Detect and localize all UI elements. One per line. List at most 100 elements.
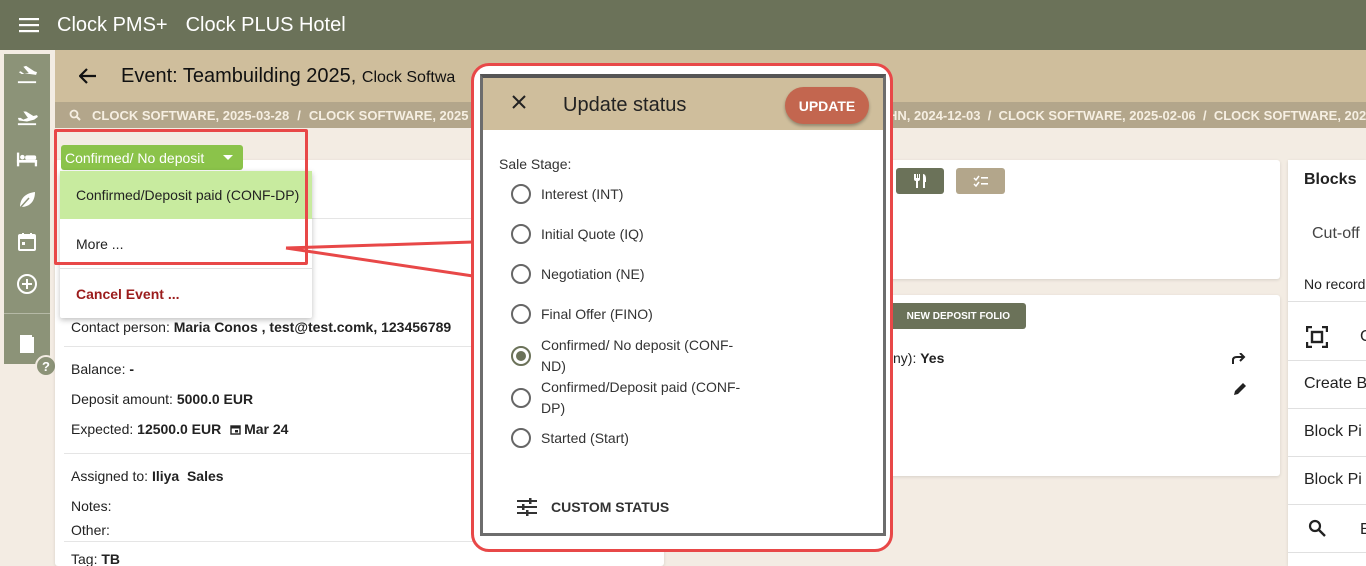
divider	[1288, 552, 1366, 553]
new-deposit-folio-button[interactable]: NEW DEPOSIT FOLIO	[880, 303, 1026, 329]
radio-option-iq[interactable]: Initial Quote (IQ)	[511, 224, 741, 245]
app-name: Clock PMS+	[57, 13, 168, 36]
create-block-item[interactable]: Create B	[1304, 375, 1366, 393]
assigned-to: Assigned to: Iliya Sales	[71, 468, 224, 484]
balance: Balance: -	[71, 361, 134, 377]
expected-date: Mar 24	[244, 421, 289, 437]
contact-person: Contact person: Maria Conos , test@test.…	[71, 319, 451, 335]
divider	[1288, 504, 1366, 505]
notes-label: Notes:	[71, 498, 112, 514]
radio-label: Initial Quote (IQ)	[541, 226, 644, 242]
menu-item-cancel-event[interactable]: Cancel Event ...	[60, 269, 312, 318]
help-icon[interactable]: ?	[35, 355, 57, 377]
radio-button[interactable]	[511, 264, 531, 284]
company-line: ny): Yes	[893, 350, 944, 366]
restaurant-button[interactable]	[896, 168, 944, 194]
company-value: Yes	[920, 350, 945, 366]
radio-button-selected[interactable]	[511, 346, 531, 366]
calendar-icon[interactable]	[4, 226, 50, 258]
assigned-value: Iliya Sales	[151, 468, 224, 484]
event-title-text: Event: Teambuilding 2025,	[121, 64, 362, 87]
blocks-title: Blocks	[1304, 171, 1357, 188]
divider	[1288, 456, 1366, 457]
menu-item-more[interactable]: More ...	[60, 219, 312, 268]
radio-button[interactable]	[511, 388, 531, 408]
breadcrumb-items-right[interactable]: HN, 2024-12-03 / CLOCK SOFTWARE, 2025-02…	[888, 108, 1366, 123]
radio-label: Confirmed/ No deposit (CONF-ND)	[541, 337, 734, 374]
add-circle-icon[interactable]	[4, 268, 50, 300]
custom-status-button[interactable]: CUSTOM STATUS	[517, 498, 669, 516]
radio-label: Interest (INT)	[541, 186, 624, 202]
update-status-dialog: Update status UPDATE Sale Stage: Interes…	[480, 74, 886, 536]
breadcrumb-item[interactable]: CLOCK SOFTWARE, 2025	[309, 108, 469, 123]
expected-amount: Expected: 12500.0 EUR Mar 24	[71, 421, 288, 437]
bed-icon[interactable]	[4, 143, 50, 175]
radio-option-int[interactable]: Interest (INT)	[511, 184, 741, 205]
tag-label: Tag:	[71, 551, 102, 566]
search-icon[interactable]	[69, 109, 81, 121]
radio-option-ne[interactable]: Negotiation (NE)	[511, 264, 741, 285]
side-rail	[4, 54, 50, 364]
block-pickup-item[interactable]: Block Pi	[1304, 423, 1362, 441]
radio-button[interactable]	[511, 224, 531, 244]
deposit-label: Deposit amount:	[71, 391, 177, 407]
sale-stage-label: Sale Stage:	[499, 156, 572, 172]
no-records-label: No record	[1304, 276, 1366, 292]
airplane-arrival-icon[interactable]	[4, 58, 50, 90]
radio-option-conf-nd[interactable]: Confirmed/ No deposit (CONF-ND)	[511, 335, 741, 377]
close-icon[interactable]	[511, 94, 527, 115]
calendar-icon	[230, 425, 241, 435]
search-label: E	[1360, 521, 1366, 538]
radio-button[interactable]	[511, 304, 531, 324]
airplane-departure-icon[interactable]	[4, 100, 50, 132]
divider	[1288, 408, 1366, 409]
company-label: ny):	[893, 350, 921, 366]
qr-scan-icon[interactable]	[1305, 325, 1329, 353]
status-dropdown-button[interactable]: Confirmed/ No deposit	[61, 145, 243, 170]
breadcrumb-item[interactable]: CLOCK SOFTWARE, 2025-03-28	[92, 108, 289, 123]
contact-value: Maria Conos , test@test.comk, 123456789	[173, 319, 452, 335]
status-current: Confirmed/ No deposit	[65, 149, 205, 166]
edit-icon[interactable]	[1233, 382, 1247, 396]
expected-label: Expected:	[71, 421, 138, 437]
divider	[1288, 360, 1366, 361]
rail-divider	[4, 313, 50, 314]
balance-label: Balance:	[71, 361, 130, 377]
radio-label: Final Offer (FINO)	[541, 306, 653, 322]
radio-label: Started (Start)	[541, 430, 629, 446]
expected-value: 12500.0 EUR	[137, 421, 222, 437]
tune-icon	[517, 498, 537, 516]
event-title: Event: Teambuilding 2025, Clock Softwa	[121, 65, 455, 88]
restaurant-icon	[914, 174, 926, 188]
deposit-amount: Deposit amount: 5000.0 EUR	[71, 391, 253, 407]
radio-option-conf-dp[interactable]: Confirmed/Deposit paid (CONF-DP)	[511, 377, 741, 419]
radio-label: Confirmed/Deposit paid (CONF-DP)	[541, 379, 741, 416]
tag-value: TB	[101, 551, 121, 566]
menu-item-conf-dp[interactable]: Confirmed/Deposit paid (CONF-DP)	[60, 171, 312, 219]
divider	[1288, 301, 1366, 302]
breadcrumb-separator: /	[297, 107, 301, 123]
other-label: Other:	[71, 522, 110, 538]
custom-status-label: CUSTOM STATUS	[551, 499, 670, 515]
status-menu: Confirmed/Deposit paid (CONF-DP) More ..…	[60, 171, 312, 318]
checklist-button[interactable]	[956, 168, 1005, 194]
search-icon[interactable]	[1308, 519, 1326, 542]
back-arrow-icon[interactable]	[55, 68, 121, 84]
radio-button[interactable]	[511, 184, 531, 204]
leaf-icon[interactable]	[4, 184, 50, 216]
radio-option-start[interactable]: Started (Start)	[511, 428, 741, 449]
dialog-header: Update status UPDATE	[483, 78, 883, 130]
radio-button[interactable]	[511, 428, 531, 448]
update-button[interactable]: UPDATE	[785, 87, 869, 124]
chevron-down-icon	[223, 155, 233, 160]
forward-arrow-icon[interactable]	[1232, 353, 1246, 365]
assigned-label: Assigned to:	[71, 468, 152, 484]
callout-connector	[285, 240, 474, 278]
blocks-panel: Blocks Cut-off No record C Create B Bloc…	[1288, 160, 1366, 566]
app-header: Clock PMS+ Clock PLUS Hotel	[0, 0, 1366, 50]
block-pickup-item[interactable]: Block Pi	[1304, 471, 1362, 489]
checklist-icon	[972, 175, 988, 187]
dialog-title: Update status	[563, 94, 687, 116]
menu-icon[interactable]	[0, 17, 57, 33]
radio-option-fino[interactable]: Final Offer (FINO)	[511, 304, 741, 325]
